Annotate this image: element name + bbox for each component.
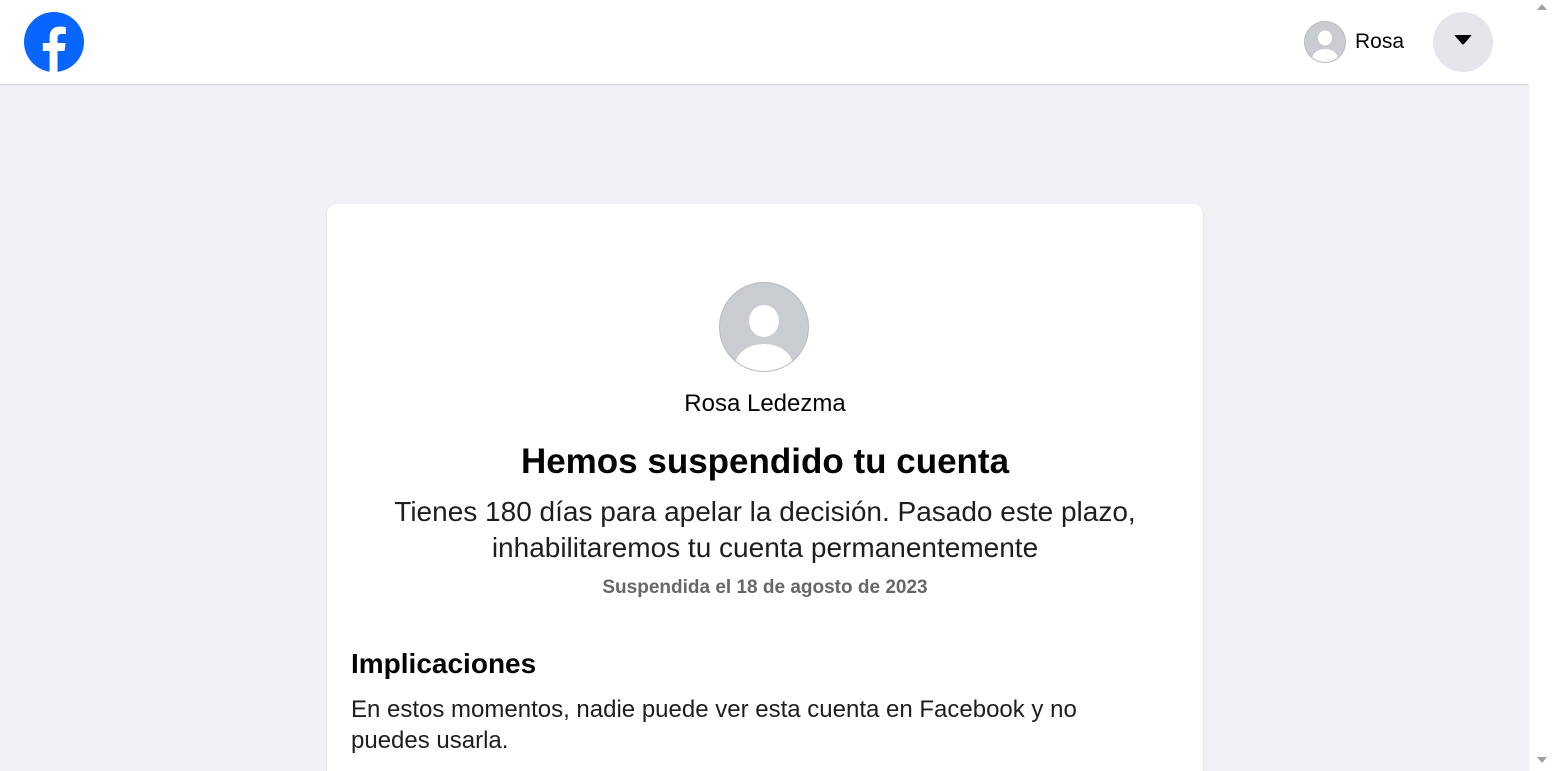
profile-button[interactable]: Rosa	[1297, 14, 1418, 70]
implications-text: En estos momentos, nadie puede ver esta …	[351, 696, 1077, 754]
default-avatar-icon	[1304, 21, 1346, 63]
profile-name-label: Rosa	[1355, 30, 1405, 53]
caret-down-icon	[1454, 33, 1472, 51]
page-title: Hemos suspendido tu cuenta	[520, 442, 1010, 481]
profile-full-name: Rosa Ledezma	[684, 390, 846, 417]
implications-heading: Implicaciones	[351, 648, 537, 679]
suspension-date: Suspendida el 18 de agosto de 2023	[602, 577, 928, 598]
appeal-deadline-text: Tienes 180 días para apelar la decisión.…	[394, 496, 1136, 563]
facebook-logo-icon[interactable]	[24, 12, 84, 73]
scroll-up-arrow-icon[interactable]	[1537, 4, 1547, 10]
scroll-down-arrow-icon[interactable]	[1537, 757, 1547, 763]
account-menu-button[interactable]	[1433, 12, 1493, 72]
suspension-card: Rosa Ledezma Hemos suspendido tu cuenta …	[327, 204, 1203, 771]
top-navigation-bar: Rosa	[0, 0, 1529, 84]
vertical-scrollbar[interactable]	[1529, 0, 1554, 771]
page-viewport: Rosa Rosa Ledezma Hemos suspendido tu cu…	[0, 0, 1529, 771]
default-avatar-icon	[719, 282, 809, 372]
